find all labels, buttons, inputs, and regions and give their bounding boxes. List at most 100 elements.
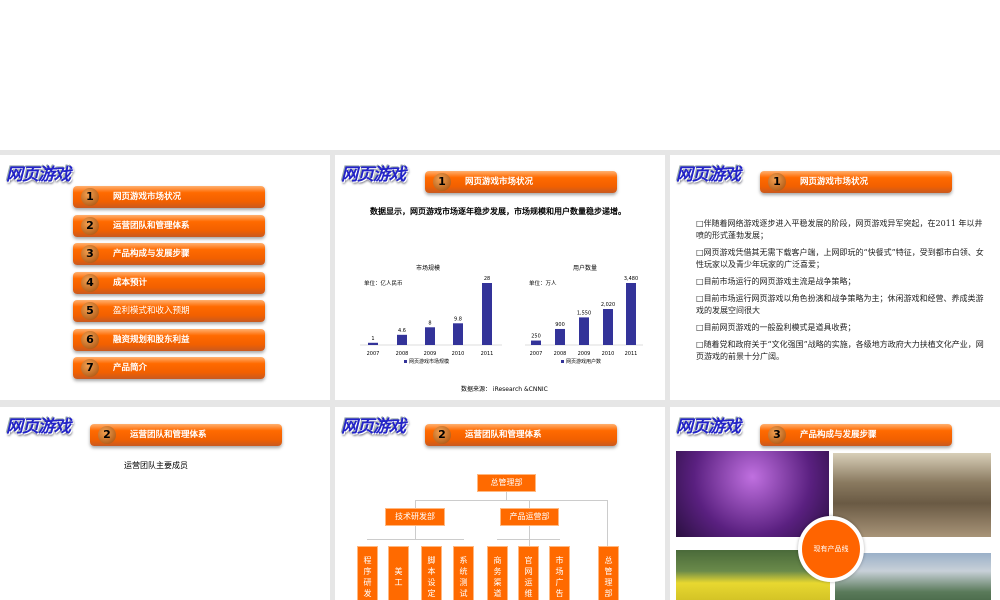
product-line-circle: 现有产品线: [798, 516, 864, 582]
data-label: 8: [428, 320, 431, 326]
bar-charts: 市场规模单位：亿人民币 1 2007 4.6 2008 8 2009 9.8 2010 28 201…: [360, 264, 643, 365]
slide-text: 运营团队主要成员: [124, 461, 188, 470]
agenda-number: 7: [81, 359, 99, 377]
slide-thumbnail-6[interactable]: 网页游戏 3 产品构成与发展步骤 现有产品线: [670, 407, 1000, 600]
org-box-top: 总管理部: [477, 474, 536, 492]
agenda-number: 4: [81, 273, 99, 292]
org-line: [607, 500, 608, 546]
x-tick-label: 2008: [554, 351, 567, 357]
agenda-number: 6: [81, 330, 99, 349]
org-leaf: 程序研发: [357, 546, 378, 600]
section-banner: 2 运营团队和管理体系: [90, 424, 282, 446]
agenda-item: 1 网页游戏市场状况: [73, 186, 265, 208]
slide-thumbnail-3[interactable]: 网页游戏 1 网页游戏市场状况 伴随着网络游戏逐步进入平稳发展的阶段，网页游戏异军…: [670, 155, 1000, 400]
org-box-tech: 技术研发部: [385, 508, 445, 526]
bullet-item: 目前网页游戏的一般盈利模式是道具收费；: [696, 321, 986, 334]
bullet-item: 网页游戏凭借其无需下载客户端，上网即玩的“快餐式”特征，受到都市白领、女性玩家以…: [696, 246, 986, 271]
org-box-ops: 产品运营部: [500, 508, 559, 526]
section-title: 网页游戏市场状况: [800, 177, 869, 187]
bar: [555, 328, 565, 345]
data-label: 250: [531, 334, 541, 340]
section-number: 2: [433, 426, 451, 444]
legend-label: 网页游戏用户数: [566, 358, 601, 365]
bar: [453, 323, 463, 345]
agenda-item: 2 运营团队和管理体系: [73, 214, 265, 237]
data-label: 4.6: [398, 328, 406, 334]
data-label: 2,020: [601, 302, 615, 308]
bullet-item: 目前市场运行网页游戏以角色扮演和战争策略为主；休闲游戏和经营、养成类游戏的发展空…: [696, 292, 986, 317]
data-label: 28: [484, 276, 490, 282]
bar: [482, 283, 492, 345]
game-screenshot-dance: [676, 451, 829, 537]
legend-swatch: [404, 360, 407, 363]
org-line: [497, 539, 560, 540]
org-line: [415, 526, 416, 539]
agenda-label: 盈利模式和收入预期: [113, 306, 190, 316]
agenda-label: 成本预计: [113, 277, 148, 288]
x-tick-label: 2007: [530, 351, 543, 357]
org-leaf: 官网运维: [518, 546, 539, 600]
bullet-list: 伴随着网络游戏逐步进入平稳发展的阶段，网页游戏异军突起，在2011 年以井喷的形…: [696, 217, 986, 367]
legend-label: 网页游戏市场规模: [409, 358, 449, 365]
logo-title: 网页游戏: [676, 417, 741, 437]
x-tick-label: 2011: [481, 351, 494, 357]
slide-thumbnail-4[interactable]: 网页游戏 2 运营团队和管理体系 运营团队主要成员: [0, 407, 330, 600]
slide-thumbnail-5[interactable]: 网页游戏 2 运营团队和管理体系 总管理部 技术研发部 产品运营部 程序研发 美工…: [335, 407, 665, 600]
bar: [603, 309, 613, 345]
logo-title: 网页游戏: [341, 417, 406, 437]
data-label: 900: [555, 322, 565, 328]
x-tick-label: 2007: [367, 351, 380, 357]
bar: [368, 342, 378, 345]
data-source: 数据来源： iResearch &CNNIC: [461, 386, 548, 393]
org-leaf: 市场广告: [549, 546, 570, 600]
agenda-item: 6 融资规划和股东利益: [73, 328, 265, 351]
agenda-label: 网页游戏市场状况: [113, 192, 182, 202]
bullet-item: 伴随着网络游戏逐步进入平稳发展的阶段，网页游戏异军突起，在2011 年以井喷的形…: [696, 217, 986, 242]
section-number: 2: [98, 426, 116, 444]
bar: [397, 334, 407, 345]
org-line: [415, 500, 608, 501]
section-title: 产品构成与发展步骤: [800, 430, 877, 440]
x-tick-label: 2010: [452, 351, 465, 357]
logo-title: 网页游戏: [676, 165, 741, 185]
x-tick-label: 2008: [396, 351, 409, 357]
x-tick-label: 2009: [424, 351, 437, 357]
org-leaf: 商务渠道: [487, 546, 508, 600]
blank-top-area: [0, 0, 1000, 150]
bar: [626, 283, 636, 345]
data-label: 9.8: [454, 316, 462, 322]
agenda-number: 5: [81, 302, 99, 320]
slide-thumbnail-2[interactable]: 网页游戏 1 网页游戏市场状况 数据显示，网页游戏市场逐年稳步发展，市场规模和用户…: [335, 155, 665, 400]
agenda-label: 产品简介: [113, 363, 148, 373]
org-leaf: 美工: [388, 546, 409, 600]
agenda-label: 融资规划和股东利益: [113, 334, 190, 345]
agenda-item: 7 产品简介: [73, 357, 265, 379]
logo-title: 网页游戏: [6, 165, 71, 185]
org-leaf: 系统测试: [453, 546, 474, 600]
agenda-item: 4 成本预计: [73, 271, 265, 294]
data-label: 3,480: [624, 276, 638, 282]
org-leaf: 脚本设定: [421, 546, 442, 600]
org-line: [506, 492, 507, 500]
chart-unit: 单位：万人: [529, 279, 557, 287]
section-banner: 1 网页游戏市场状况: [760, 171, 952, 193]
x-tick-label: 2011: [625, 351, 638, 357]
section-number: 3: [768, 426, 786, 444]
data-label: 1: [371, 336, 374, 342]
bullet-item: 目前市场运行的网页游戏主流是战争策略；: [696, 275, 986, 288]
bar: [579, 317, 589, 345]
section-title: 运营团队和管理体系: [130, 430, 207, 440]
game-screenshot-palace: [833, 453, 991, 537]
agenda-number: 3: [81, 245, 99, 263]
section-banner: 3 产品构成与发展步骤: [760, 424, 952, 446]
org-leaf: 总管理部: [598, 546, 619, 600]
section-number: 1: [768, 173, 786, 191]
agenda-label: 运营团队和管理体系: [113, 220, 190, 231]
slide-thumbnail-1[interactable]: 网页游戏 1 网页游戏市场状况 2 运营团队和管理体系 3 产品构成与发展步骤 4 成本预计 5…: [0, 155, 330, 400]
chart-title: 市场规模: [416, 264, 440, 272]
agenda-item: 5 盈利模式和收入预期: [73, 300, 265, 322]
section-title: 运营团队和管理体系: [465, 430, 542, 440]
bar: [531, 340, 541, 345]
data-label: 1,550: [577, 310, 591, 316]
agenda-label: 产品构成与发展步骤: [113, 249, 190, 259]
